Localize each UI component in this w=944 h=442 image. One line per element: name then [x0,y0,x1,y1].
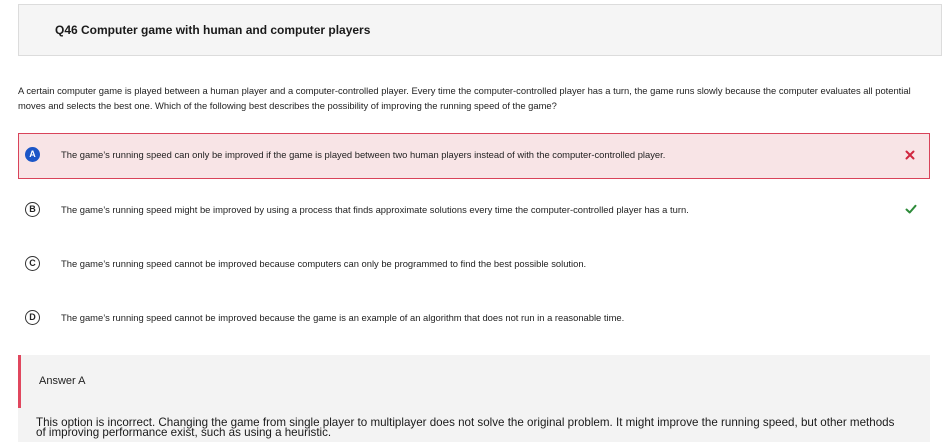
question-page: Q46 Computer game with human and compute… [0,0,944,442]
option-letter-a: A [25,147,40,162]
answer-option-d[interactable]: D The game’s running speed cannot be imp… [18,296,930,342]
answer-label: Answer A [39,375,86,387]
option-text-a: The game’s running speed can only be imp… [61,149,666,160]
option-text-b: The game’s running speed might be improv… [61,204,689,215]
answer-option-a[interactable]: A The game’s running speed can only be i… [18,133,930,179]
answer-explanation-text: This option is incorrect. Changing the g… [36,416,895,439]
option-text-c: The game’s running speed cannot be impro… [61,258,587,269]
question-title: Q46 Computer game with human and compute… [55,23,371,37]
checkmark-icon [905,204,917,214]
option-letter-d: D [25,310,40,325]
answer-option-c[interactable]: C The game’s running speed cannot be imp… [18,242,930,288]
option-text-d: The game’s running speed cannot be impro… [61,312,625,323]
answer-accent-bar [18,355,21,408]
cross-icon [905,150,915,160]
answer-option-b[interactable]: B The game’s running speed might be impr… [18,188,930,234]
option-letter-c: C [25,256,40,271]
answer-explanation-panel: Answer A This option is incorrect. Chang… [18,355,930,442]
option-letter-b: B [25,202,40,217]
question-header: Q46 Computer game with human and compute… [18,4,942,56]
question-stem: A certain computer game is played betwee… [18,85,911,111]
